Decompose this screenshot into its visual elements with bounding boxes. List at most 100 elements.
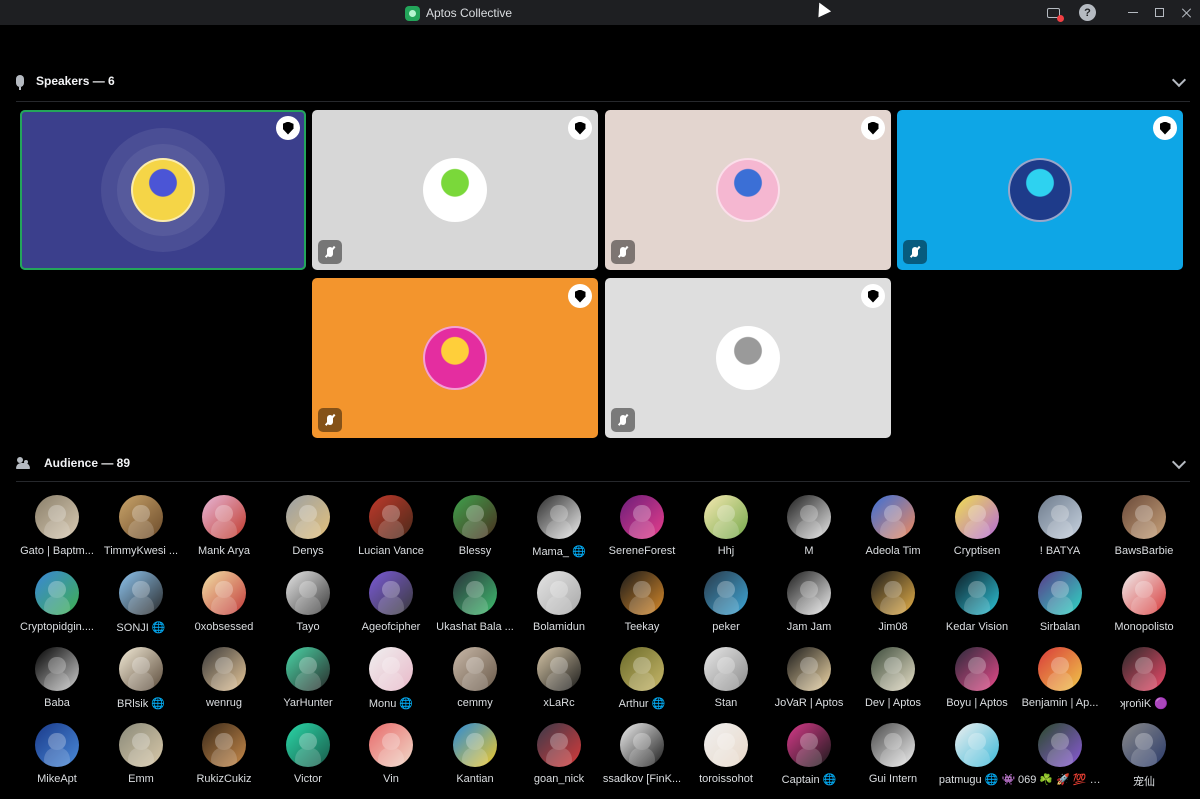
audience-avatar[interactable] xyxy=(35,723,79,767)
audience-member[interactable]: ʞrońiK 🟣 xyxy=(1102,647,1186,719)
audience-avatar[interactable] xyxy=(453,647,497,691)
audience-member[interactable]: Hhj xyxy=(684,495,768,567)
audience-avatar[interactable] xyxy=(871,723,915,767)
speaker-tile[interactable] xyxy=(312,110,598,270)
audience-avatar[interactable] xyxy=(202,647,246,691)
audience-member[interactable]: Blessy xyxy=(433,495,517,567)
audience-member[interactable]: ssadkov [FinK... xyxy=(600,723,684,795)
audience-avatar[interactable] xyxy=(620,495,664,539)
audience-member[interactable]: Kedar Vision xyxy=(935,571,1019,643)
audience-member[interactable]: wenrug xyxy=(182,647,266,719)
speaker-tile[interactable] xyxy=(605,110,891,270)
audience-member[interactable]: TimmyKwesi ... xyxy=(99,495,183,567)
audience-avatar[interactable] xyxy=(286,571,330,615)
audience-member[interactable]: Cryptisen xyxy=(935,495,1019,567)
audience-avatar[interactable] xyxy=(537,571,581,615)
audience-member[interactable]: 0xobsessed xyxy=(182,571,266,643)
audience-avatar[interactable] xyxy=(369,571,413,615)
speaker-avatar[interactable] xyxy=(423,326,487,390)
audience-member[interactable]: Jim08 xyxy=(851,571,935,643)
audience-member[interactable]: Kantian xyxy=(433,723,517,795)
audience-member[interactable]: Emm xyxy=(99,723,183,795)
audience-member[interactable]: Benjamin | Ap... xyxy=(1018,647,1102,719)
audience-member[interactable]: JoVaR | Aptos xyxy=(767,647,851,719)
audience-avatar[interactable] xyxy=(537,495,581,539)
audience-avatar[interactable] xyxy=(704,571,748,615)
audience-member[interactable]: patmugu 🌐 👾 xyxy=(935,723,1019,795)
audience-member[interactable]: Sirbalan xyxy=(1018,571,1102,643)
audience-avatar[interactable] xyxy=(704,647,748,691)
audience-member[interactable]: Lucian Vance xyxy=(349,495,433,567)
audience-member[interactable]: 069 ☘️ 🚀 💯 C... xyxy=(1018,723,1102,795)
audience-member[interactable]: Teekay xyxy=(600,571,684,643)
audience-avatar[interactable] xyxy=(787,571,831,615)
speaker-tile[interactable] xyxy=(897,110,1183,270)
audience-member[interactable]: Mama_ 🌐 xyxy=(517,495,601,567)
audience-avatar[interactable] xyxy=(955,571,999,615)
audience-avatar[interactable] xyxy=(620,647,664,691)
speakers-header[interactable]: Speakers — 6 xyxy=(16,71,115,91)
audience-avatar[interactable] xyxy=(119,495,163,539)
speaker-avatar[interactable] xyxy=(716,326,780,390)
speaker-avatar[interactable] xyxy=(716,158,780,222)
audience-avatar[interactable] xyxy=(119,723,163,767)
audience-member[interactable]: M xyxy=(767,495,851,567)
audience-member[interactable]: Adeola Tim xyxy=(851,495,935,567)
audience-avatar[interactable] xyxy=(119,647,163,691)
audience-avatar[interactable] xyxy=(1122,495,1166,539)
screen-share-status-icon[interactable] xyxy=(1045,4,1064,22)
speaker-tile[interactable] xyxy=(312,278,598,438)
audience-avatar[interactable] xyxy=(1038,647,1082,691)
audience-avatar[interactable] xyxy=(537,723,581,767)
audience-member[interactable]: Gato | Baptm... xyxy=(15,495,99,567)
audience-member[interactable]: xLaRc xyxy=(517,647,601,719)
audience-avatar[interactable] xyxy=(955,723,999,767)
audience-avatar[interactable] xyxy=(1122,647,1166,691)
audience-member[interactable]: Captain 🌐 xyxy=(767,723,851,795)
audience-avatar[interactable] xyxy=(35,495,79,539)
audience-avatar[interactable] xyxy=(1038,571,1082,615)
audience-avatar[interactable] xyxy=(871,495,915,539)
audience-avatar[interactable] xyxy=(453,571,497,615)
audience-member[interactable]: MikeApt xyxy=(15,723,99,795)
audience-member[interactable]: Gui Intern xyxy=(851,723,935,795)
speaker-tile[interactable] xyxy=(605,278,891,438)
audience-member[interactable]: Baba xyxy=(15,647,99,719)
audience-avatar[interactable] xyxy=(871,647,915,691)
maximize-icon[interactable] xyxy=(1151,4,1168,21)
audience-collapse-chevron-icon[interactable] xyxy=(1171,454,1187,470)
audience-avatar[interactable] xyxy=(620,723,664,767)
audience-avatar[interactable] xyxy=(35,571,79,615)
audience-member[interactable]: Bolamidun xyxy=(517,571,601,643)
speaker-avatar[interactable] xyxy=(423,158,487,222)
audience-member[interactable]: BRlsik 🌐 xyxy=(99,647,183,719)
audience-member[interactable]: 宠仙 xyxy=(1102,723,1186,795)
audience-member[interactable]: BawsBarbie xyxy=(1102,495,1186,567)
audience-member[interactable]: goan_nick xyxy=(517,723,601,795)
audience-header[interactable]: Audience — 89 xyxy=(16,453,130,473)
audience-avatar[interactable] xyxy=(955,647,999,691)
audience-avatar[interactable] xyxy=(202,495,246,539)
audience-member[interactable]: Ageofcipher xyxy=(349,571,433,643)
audience-member[interactable]: toroissohot xyxy=(684,723,768,795)
audience-avatar[interactable] xyxy=(1122,723,1166,767)
audience-avatar[interactable] xyxy=(787,647,831,691)
audience-avatar[interactable] xyxy=(1038,495,1082,539)
audience-member[interactable]: Mank Arya xyxy=(182,495,266,567)
audience-avatar[interactable] xyxy=(369,723,413,767)
audience-avatar[interactable] xyxy=(620,571,664,615)
audience-avatar[interactable] xyxy=(704,723,748,767)
audience-member[interactable]: peker xyxy=(684,571,768,643)
audience-member[interactable]: Arthur 🌐 xyxy=(600,647,684,719)
audience-avatar[interactable] xyxy=(787,723,831,767)
audience-avatar[interactable] xyxy=(537,647,581,691)
audience-member[interactable]: Monopolisto xyxy=(1102,571,1186,643)
audience-avatar[interactable] xyxy=(453,495,497,539)
audience-member[interactable]: Monu 🌐 xyxy=(349,647,433,719)
audience-avatar[interactable] xyxy=(453,723,497,767)
audience-member[interactable]: SereneForest xyxy=(600,495,684,567)
speaker-avatar[interactable] xyxy=(1008,158,1072,222)
audience-member[interactable]: ! BATYA xyxy=(1018,495,1102,567)
close-icon[interactable] xyxy=(1178,4,1195,21)
minimize-icon[interactable] xyxy=(1124,4,1141,21)
